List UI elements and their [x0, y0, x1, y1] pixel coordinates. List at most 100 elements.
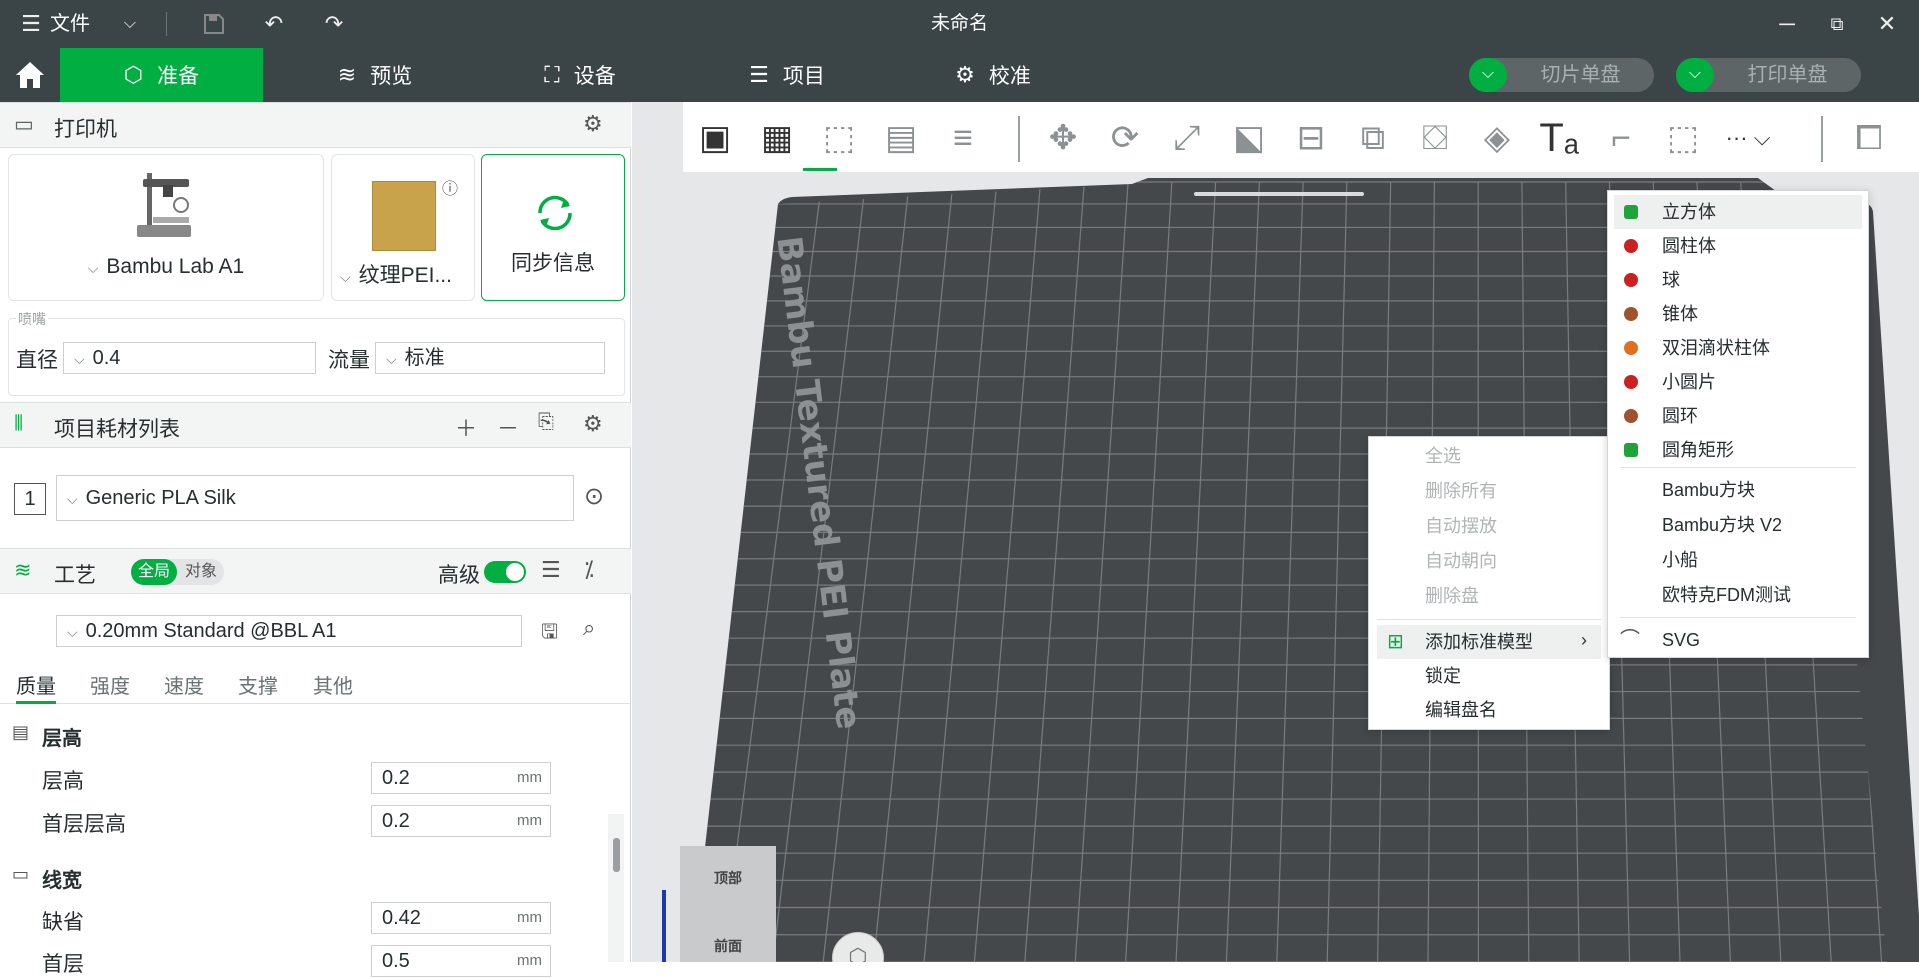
- menu-item-lock[interactable]: 锁定: [1369, 659, 1609, 693]
- restore-icon[interactable]: ⧉: [1822, 0, 1852, 48]
- layers-tool-icon[interactable]: ≡: [935, 112, 991, 164]
- submenu-item-cone[interactable]: 锥体: [1608, 297, 1868, 331]
- chevron-down-icon: ⌵: [67, 624, 78, 640]
- view-front-label[interactable]: 前面: [680, 936, 776, 956]
- menu-item-select-all[interactable]: 全选: [1369, 439, 1609, 473]
- auto-orient-icon[interactable]: ⬚: [811, 112, 867, 164]
- menu-item-delete-plate[interactable]: 删除盘: [1369, 579, 1609, 613]
- submenu-item-bambu-cube-v2[interactable]: Bambu方块 V2: [1608, 508, 1868, 542]
- tab-calibration[interactable]: ⚙校准: [928, 48, 1058, 102]
- submenu-item-autodesk-fdm-test[interactable]: 欧特克FDM测试: [1608, 578, 1868, 612]
- plate-card[interactable]: ⓘ ⌵纹理PEI...: [331, 154, 475, 301]
- view-cube[interactable]: 顶部 前面: [680, 846, 776, 962]
- text-icon[interactable]: Tₐ: [1531, 112, 1587, 164]
- scale-icon[interactable]: ⤢: [1159, 112, 1215, 164]
- lay-on-face-icon[interactable]: ⬕: [1221, 112, 1277, 164]
- first-layer-line-width-input[interactable]: 0.5mm: [371, 945, 551, 977]
- add-model-icon[interactable]: ▣: [687, 112, 743, 164]
- filament-settings-gear-icon[interactable]: ⚙: [583, 411, 603, 437]
- more-options-icon[interactable]: ⊙: [584, 482, 604, 511]
- filament-index-badge: 1: [14, 483, 46, 515]
- submenu-item-rounded-rectangle[interactable]: 圆角矩形: [1608, 433, 1868, 467]
- tab-device[interactable]: ⛶设备: [515, 48, 645, 102]
- submenu-item-svg[interactable]: SVG: [1608, 623, 1868, 657]
- more-tools-icon[interactable]: ··· ⌵: [1713, 112, 1783, 164]
- advanced-switch[interactable]: [484, 561, 526, 583]
- cut-icon[interactable]: ⊟: [1283, 112, 1339, 164]
- printer-card[interactable]: ⌵Bambu Lab A1: [8, 154, 324, 301]
- submenu-item-cube[interactable]: 立方体: [1608, 195, 1868, 229]
- tab-speed[interactable]: 速度: [164, 670, 204, 699]
- tab-prepare[interactable]: ⬡准备: [60, 48, 263, 102]
- submenu-item-double-teardrop[interactable]: 双泪滴状柱体: [1608, 331, 1868, 365]
- sync-info-button[interactable]: 同步信息: [481, 154, 625, 301]
- menu-item-add-standard-model[interactable]: 添加标准模型: [1369, 625, 1609, 659]
- menu-item-delete-all[interactable]: 删除所有: [1369, 474, 1609, 508]
- submenu-item-benchy[interactable]: 小船: [1608, 543, 1868, 577]
- filament-section-header[interactable]: ⦀ 项目耗材列表 ＋ － ⎘ ⚙: [0, 402, 631, 448]
- rotate-icon[interactable]: ⟳: [1097, 112, 1153, 164]
- tab-support[interactable]: 支撑: [238, 670, 278, 699]
- slice-plate-button[interactable]: ⌵ 切片单盘: [1469, 58, 1654, 92]
- scrollbar-thumb[interactable]: [613, 838, 620, 872]
- emboss-icon[interactable]: ⌐: [1593, 112, 1649, 164]
- tab-other[interactable]: 其他: [313, 670, 353, 699]
- global-object-toggle[interactable]: 全局 对象: [131, 559, 224, 585]
- home-button[interactable]: [0, 48, 60, 102]
- menu-item-auto-arrange[interactable]: 自动摆放: [1369, 509, 1609, 543]
- submenu-item-cylinder[interactable]: 圆柱体: [1608, 229, 1868, 263]
- save-preset-icon[interactable]: 🖫: [541, 617, 558, 651]
- settings-scrollbar[interactable]: [608, 814, 624, 962]
- close-icon[interactable]: ✕: [1872, 0, 1902, 48]
- compare-icon[interactable]: ⁒: [584, 557, 594, 583]
- tab-preview[interactable]: ≋预览: [310, 48, 440, 102]
- chevron-down-icon: ⌵: [88, 260, 99, 276]
- print-dropdown-chevron-icon[interactable]: ⌵: [1676, 58, 1714, 92]
- plate-selector[interactable]: ⌵纹理PEI...: [340, 259, 474, 289]
- process-section-header[interactable]: ≋ 工艺 全局 对象 高级 ☰ ⁒: [0, 548, 631, 594]
- printer-selector[interactable]: ⌵Bambu Lab A1: [9, 255, 323, 279]
- toggle-object[interactable]: 对象: [179, 559, 223, 585]
- remove-icon[interactable]: －: [497, 411, 519, 443]
- arrange-icon[interactable]: ▤: [873, 112, 929, 164]
- printer-section-header[interactable]: ▭ 打印机 ⚙: [0, 102, 631, 148]
- toggle-global[interactable]: 全局: [131, 559, 177, 585]
- first-layer-height-input[interactable]: 0.2mm: [371, 805, 551, 837]
- tab-project[interactable]: ☰项目: [722, 48, 852, 102]
- menu-item-rename-plate[interactable]: 编辑盘名: [1369, 693, 1609, 727]
- tab-strength[interactable]: 强度: [90, 670, 130, 699]
- nozzle-section-label: 喷嘴: [16, 309, 48, 329]
- plate-image: [372, 181, 436, 251]
- submenu-item-torus[interactable]: 圆环: [1608, 399, 1868, 433]
- color-paint-icon[interactable]: ◈: [1469, 112, 1525, 164]
- filament-select[interactable]: ⌵Generic PLA Silk: [56, 475, 574, 521]
- submenu-item-sphere[interactable]: 球: [1608, 263, 1868, 297]
- move-icon[interactable]: ✥: [1035, 112, 1091, 164]
- mesh-boolean-icon[interactable]: ⧉: [1345, 112, 1401, 164]
- submenu-arrow-icon: ›: [1581, 630, 1587, 651]
- submenu-item-bambu-cube[interactable]: Bambu方块: [1608, 473, 1868, 507]
- printer-settings-gear-icon[interactable]: ⚙: [583, 111, 603, 137]
- slice-dropdown-chevron-icon[interactable]: ⌵: [1469, 58, 1507, 92]
- print-plate-button[interactable]: ⌵ 打印单盘: [1676, 58, 1861, 92]
- submenu-item-disc[interactable]: 小圆片: [1608, 365, 1868, 399]
- default-line-width-input[interactable]: 0.42mm: [371, 902, 551, 934]
- view-top-label[interactable]: 顶部: [680, 868, 776, 888]
- tab-quality[interactable]: 质量: [16, 670, 56, 704]
- list-view-icon[interactable]: ☰: [541, 557, 561, 583]
- menu-item-auto-orient[interactable]: 自动朝向: [1369, 544, 1609, 578]
- search-icon[interactable]: ⌕: [583, 615, 595, 641]
- assembly-icon[interactable]: ⬚: [1655, 112, 1711, 164]
- add-icon[interactable]: ＋: [455, 411, 477, 443]
- flow-select[interactable]: ⌵标准: [375, 342, 605, 374]
- minimize-icon[interactable]: ─: [1772, 0, 1802, 48]
- layer-height-input[interactable]: 0.2mm: [371, 762, 551, 794]
- diameter-select[interactable]: ⌵0.4: [63, 342, 316, 374]
- add-plate-icon[interactable]: ▦: [749, 112, 805, 164]
- axis-z: [662, 890, 666, 962]
- plugin-icon[interactable]: ⧠: [1841, 112, 1897, 164]
- info-icon[interactable]: ⓘ: [442, 175, 458, 199]
- process-preset-select[interactable]: ⌵0.20mm Standard @BBL A1: [56, 615, 522, 647]
- filament-sync-icon[interactable]: ⎘: [538, 411, 554, 434]
- support-paint-icon[interactable]: ⛋: [1407, 112, 1463, 164]
